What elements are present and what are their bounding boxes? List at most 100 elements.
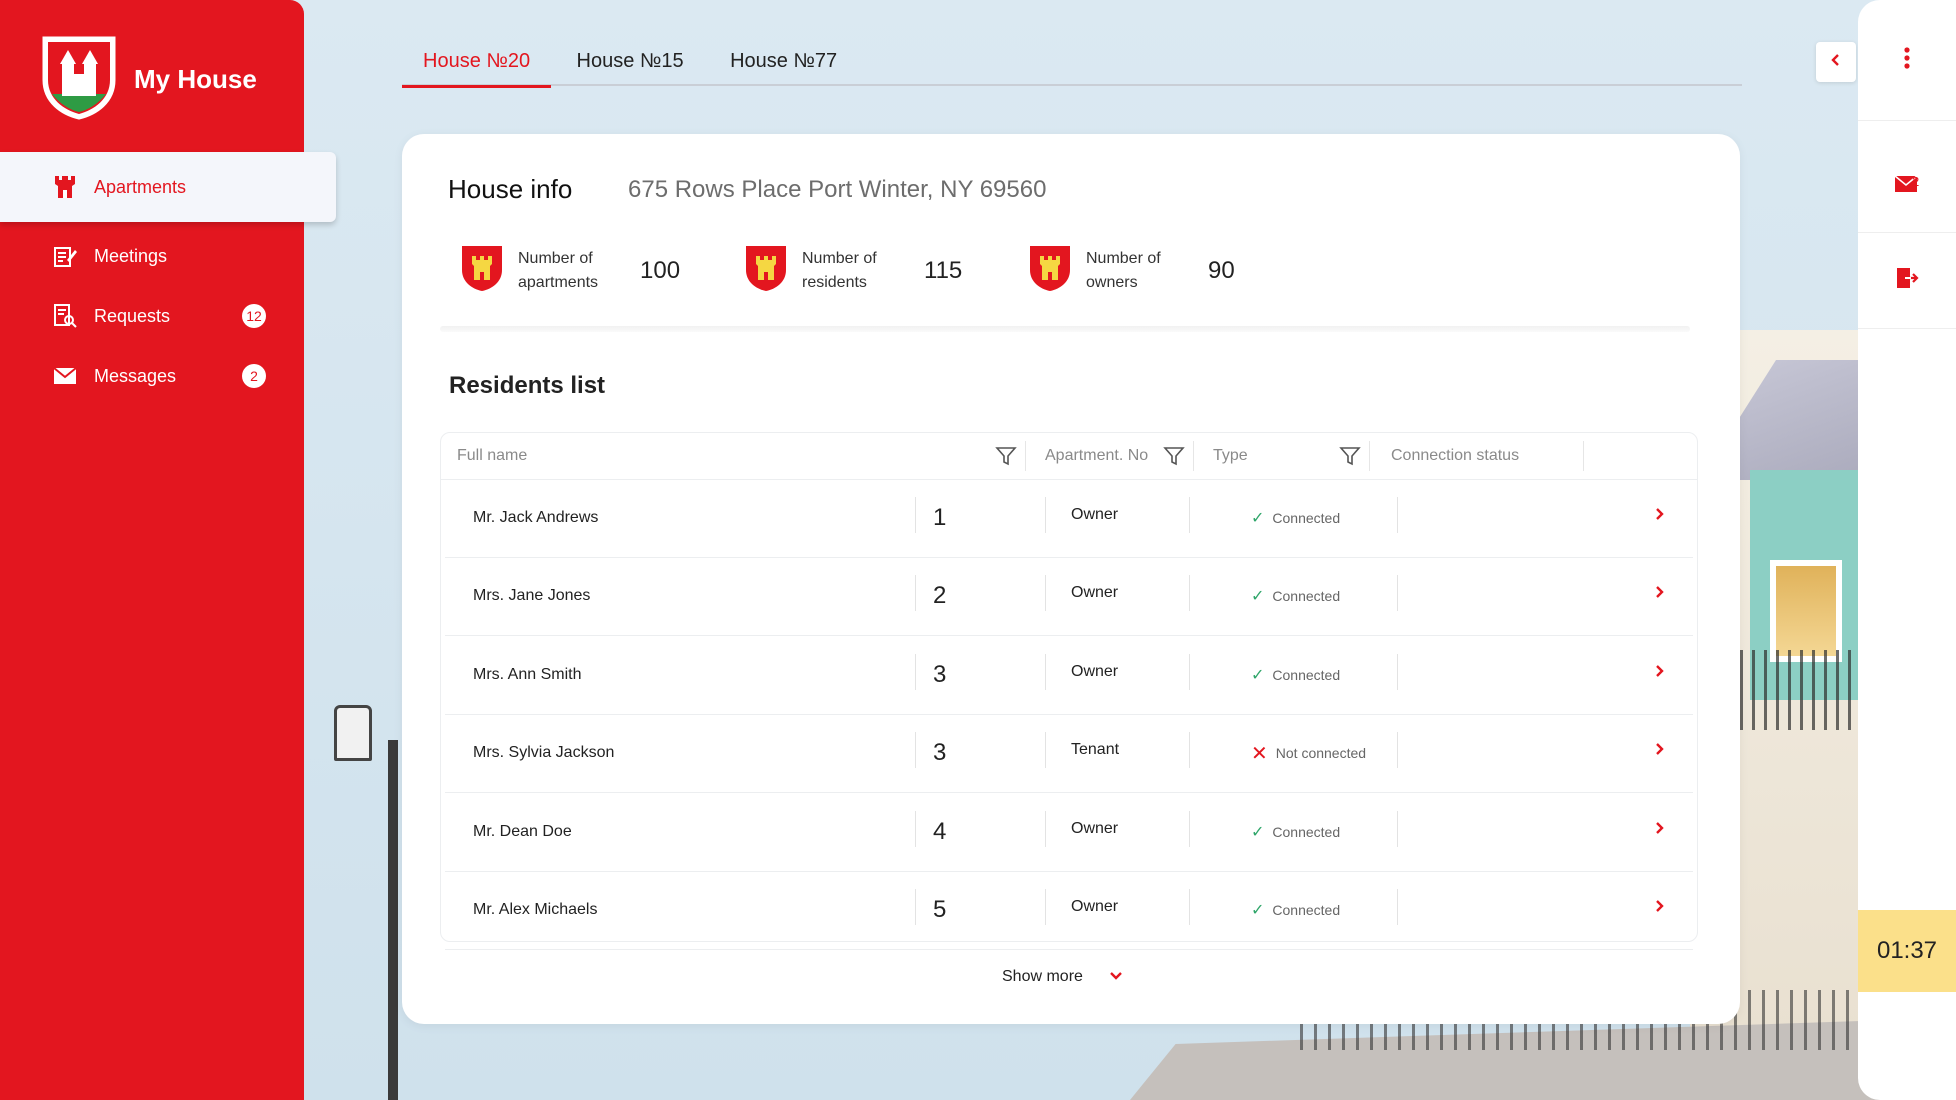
table-row[interactable]: Mrs. Jane Jones 2 Owner ✓ Connected — [445, 557, 1693, 636]
shield-icon — [744, 244, 788, 297]
cell-separator — [915, 497, 916, 533]
stat-owners: Number of owners 90 — [1028, 244, 1235, 297]
stat-label-line: owners — [1086, 273, 1138, 291]
more-menu-button[interactable] — [1858, 0, 1956, 121]
connection-status: ✓ Connected — [1251, 871, 1340, 949]
sidebar-item-meetings[interactable]: Meetings — [0, 226, 336, 286]
cell-separator — [915, 654, 916, 690]
column-header-full-name: Full name — [457, 447, 528, 464]
tab-house-20[interactable]: House №20 — [402, 40, 552, 88]
cross-icon: ✕ — [1251, 742, 1268, 765]
column-header-connection-status: Connection status — [1391, 447, 1520, 464]
cell-separator — [915, 889, 916, 925]
resident-type: Owner — [1071, 820, 1119, 837]
brand[interactable]: My House — [40, 34, 257, 125]
chevron-right-icon[interactable] — [1653, 742, 1673, 762]
cell-separator — [1045, 575, 1046, 611]
stat-label-line: Number of — [518, 249, 593, 267]
column-header-apartment-no: Apartment. No — [1045, 447, 1149, 464]
cell-separator — [1045, 654, 1046, 690]
sidebar-item-apartments[interactable]: Apartments — [0, 152, 336, 222]
check-icon: ✓ — [1251, 588, 1265, 605]
tab-house-15[interactable]: House №15 — [556, 40, 705, 85]
shield-icon — [460, 244, 504, 297]
filter-icon[interactable] — [1163, 445, 1185, 467]
cell-separator — [1045, 811, 1046, 847]
cell-separator — [1045, 732, 1046, 768]
apartment-number: 2 — [933, 582, 947, 609]
sidebar-item-label: Requests — [94, 305, 171, 326]
chevron-right-icon[interactable] — [1653, 585, 1673, 605]
resident-name: Mr. Dean Doe — [473, 823, 572, 840]
mail-notifications-button[interactable]: 2 — [1858, 140, 1956, 233]
cell-separator — [915, 575, 916, 611]
show-more-label: Show more — [1002, 968, 1083, 985]
filter-icon[interactable] — [995, 445, 1017, 467]
table-row[interactable]: Mr. Dean Doe 4 Owner ✓ Connected — [445, 793, 1693, 872]
stat-value: 100 — [640, 256, 681, 284]
sidebar-item-messages[interactable]: Messages 2 — [0, 346, 336, 406]
cell-separator — [1045, 889, 1046, 925]
resident-name: Mrs. Jane Jones — [473, 587, 591, 604]
resident-name: Mr. Jack Andrews — [473, 509, 599, 526]
connection-status: ✓ Connected — [1251, 557, 1340, 635]
cell-separator — [915, 811, 916, 847]
table-row[interactable]: Mr. Alex Michaels 5 Owner ✓ Connected — [445, 871, 1693, 950]
connection-status: ✓ Connected — [1251, 793, 1340, 871]
cell-separator — [1397, 811, 1398, 847]
envelope-icon — [52, 363, 78, 389]
check-icon: ✓ — [1251, 902, 1265, 919]
stat-value: 115 — [924, 256, 963, 284]
chevron-right-icon[interactable] — [1653, 899, 1673, 919]
show-more-button[interactable]: Show more — [1002, 968, 1123, 986]
connection-status: ✕ Not connected — [1251, 714, 1366, 792]
table-row[interactable]: Mrs. Sylvia Jackson 3 Tenant ✕ Not connected — [445, 714, 1693, 793]
cell-separator — [1397, 497, 1398, 533]
tab-house-77[interactable]: House №77 — [709, 40, 858, 85]
table-row[interactable]: Mrs. Ann Smith 3 Owner ✓ Connected — [445, 636, 1693, 715]
connection-status-label: Connected — [1272, 667, 1341, 683]
apartment-number: 3 — [933, 661, 947, 688]
messages-count-badge: 2 — [242, 364, 266, 388]
tower-icon — [52, 174, 78, 200]
column-separator — [1193, 441, 1194, 471]
chevron-right-icon[interactable] — [1653, 664, 1673, 684]
coat-of-arms-logo-icon — [40, 34, 118, 125]
connection-status-label: Not connected — [1275, 745, 1367, 761]
resident-type: Owner — [1071, 506, 1119, 523]
filter-icon[interactable] — [1339, 445, 1361, 467]
more-vertical-icon — [1903, 46, 1911, 75]
sidebar: My House Apartments Meetings Requests 12 — [0, 0, 336, 1100]
apartment-number: 1 — [933, 504, 947, 531]
resident-name: Mr. Alex Michaels — [473, 901, 598, 918]
cell-separator — [915, 732, 916, 768]
cell-separator — [1189, 575, 1190, 611]
collapse-panel-button[interactable] — [1816, 42, 1856, 82]
shield-icon — [1028, 244, 1072, 297]
residents-list-title: Residents list — [449, 372, 606, 399]
check-icon: ✓ — [1251, 667, 1265, 684]
requests-icon — [52, 303, 78, 329]
meeting-notes-icon — [52, 243, 78, 269]
resident-type: Owner — [1071, 898, 1119, 915]
house-tabs: House №20 House №15 House №77 — [402, 40, 1742, 88]
stat-label-line: apartments — [518, 273, 599, 291]
stat-label-line: residents — [802, 273, 867, 291]
resident-name: Mrs. Ann Smith — [473, 666, 582, 683]
chevron-right-icon[interactable] — [1653, 821, 1673, 841]
sidebar-item-requests[interactable]: Requests 12 — [0, 286, 336, 346]
logout-button[interactable] — [1858, 232, 1956, 329]
cell-separator — [1045, 497, 1046, 533]
resident-type: Owner — [1071, 584, 1119, 601]
stat-label-line: Number of — [802, 249, 877, 267]
table-row[interactable]: Mr. Jack Andrews 1 Owner ✓ Connected — [445, 479, 1693, 558]
requests-count-badge: 12 — [242, 304, 266, 328]
chevron-right-icon[interactable] — [1653, 507, 1673, 527]
cell-separator — [1189, 811, 1190, 847]
sidebar-item-label: Messages — [94, 365, 177, 386]
connection-status-label: Connected — [1272, 510, 1341, 526]
house-info-title: House info — [448, 174, 573, 204]
house-address: 675 Rows Place Port Winter, NY 69560 — [628, 176, 1047, 203]
stat-residents: Number of residents 115 — [744, 244, 962, 297]
column-separator — [1583, 441, 1584, 471]
